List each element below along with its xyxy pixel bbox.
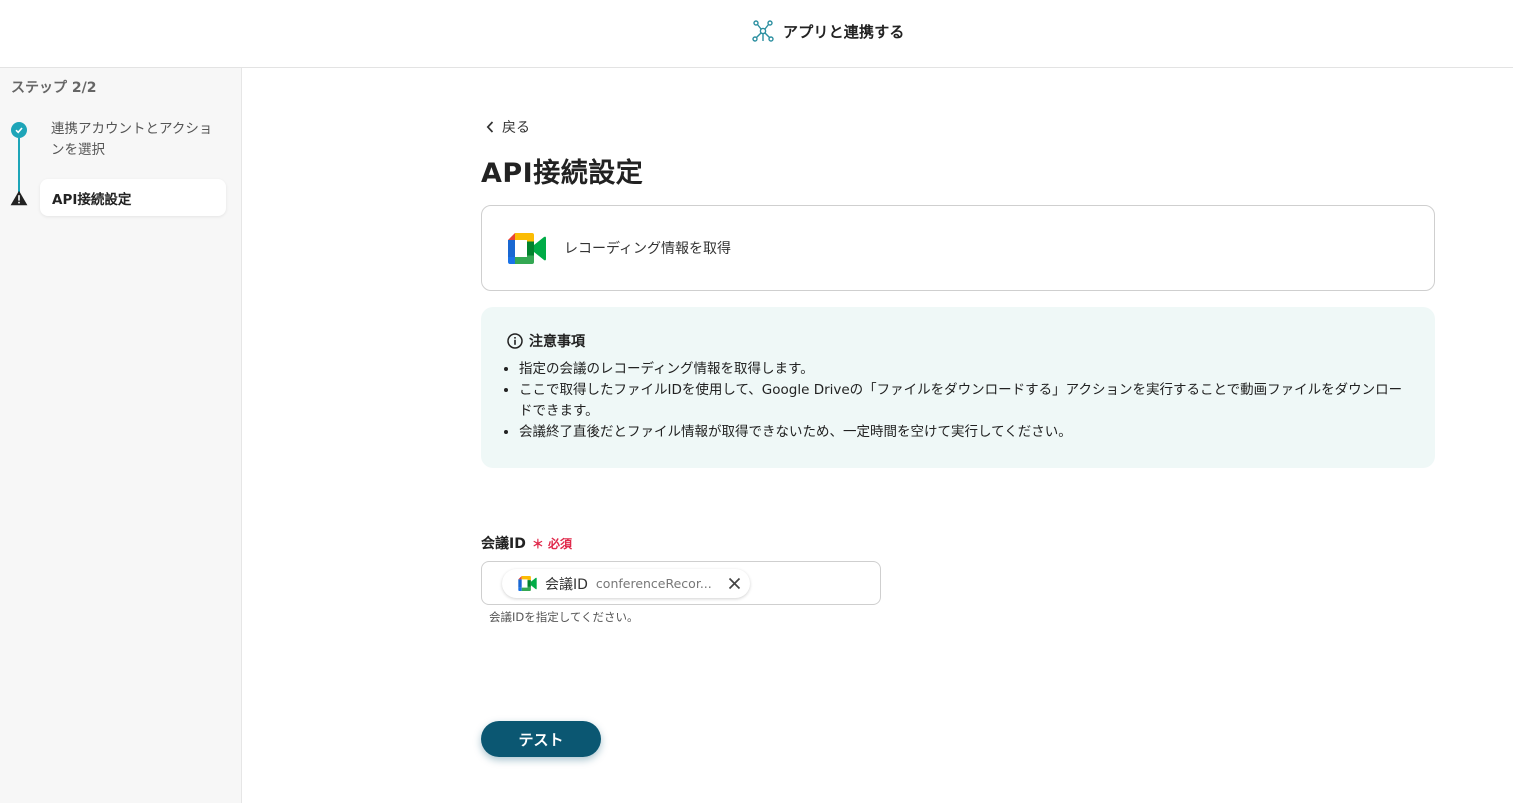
notice-header: 注意事項 [507,331,1409,351]
meeting-id-input[interactable]: 会議ID conferenceRecor... [481,561,881,605]
field-help-text: 会議IDを指定してください。 [489,610,639,624]
step-connector [18,138,20,196]
field-label-text: 会議ID [481,536,526,552]
back-label: 戻る [502,120,530,136]
notice-title: 注意事項 [529,334,585,350]
sidebar-step-label: API接続設定 [52,191,132,208]
test-button[interactable]: テスト [481,721,601,757]
variable-chip[interactable]: 会議ID conferenceRecor... [502,569,750,598]
close-icon[interactable] [728,577,741,590]
action-card[interactable]: レコーディング情報を取得 [481,205,1435,291]
chip-value: conferenceRecor... [595,576,712,591]
sidebar-step-api-settings[interactable]: API接続設定 [40,179,226,216]
google-meet-icon [518,576,537,591]
top-header: アプリと連携する [0,0,1513,68]
action-label: レコーディング情報を取得 [564,241,732,257]
chevron-left-icon [486,121,494,133]
notice-list: 指定の会議のレコーディング情報を取得します。 ここで取得したファイルIDを使用し… [481,359,1409,443]
notice-item: 指定の会議のレコーディング情報を取得します。 [519,359,1409,380]
header-title-group: アプリと連携する [752,18,905,44]
meeting-id-label: 会議ID ＊ 必須 [481,533,572,553]
back-link[interactable]: 戻る [486,117,530,137]
chip-label: 会議ID [545,576,588,593]
google-meet-icon [508,232,546,264]
network-icon [752,20,774,42]
required-badge: ＊ 必須 [531,536,573,551]
sidebar: ステップ 2/2 連携アカウントとアクションを選択 API接続設定 [0,68,242,803]
step-counter: ステップ 2/2 [11,80,97,96]
page-title: API接続設定 [481,158,644,189]
notice-box: 注意事項 指定の会議のレコーディング情報を取得します。 ここで取得したファイルI… [481,307,1435,468]
header-title: アプリと連携する [783,22,905,41]
info-icon [507,333,523,349]
notice-item: 会議終了直後だとファイル情報が取得できないため、一定時間を空けて実行してください… [519,422,1409,443]
check-icon [11,122,27,138]
sidebar-step-select-account[interactable]: 連携アカウントとアクションを選択 [51,119,221,161]
warning-icon [10,190,28,206]
notice-item: ここで取得したファイルIDを使用して、Google Driveの「ファイルをダウ… [519,380,1409,422]
